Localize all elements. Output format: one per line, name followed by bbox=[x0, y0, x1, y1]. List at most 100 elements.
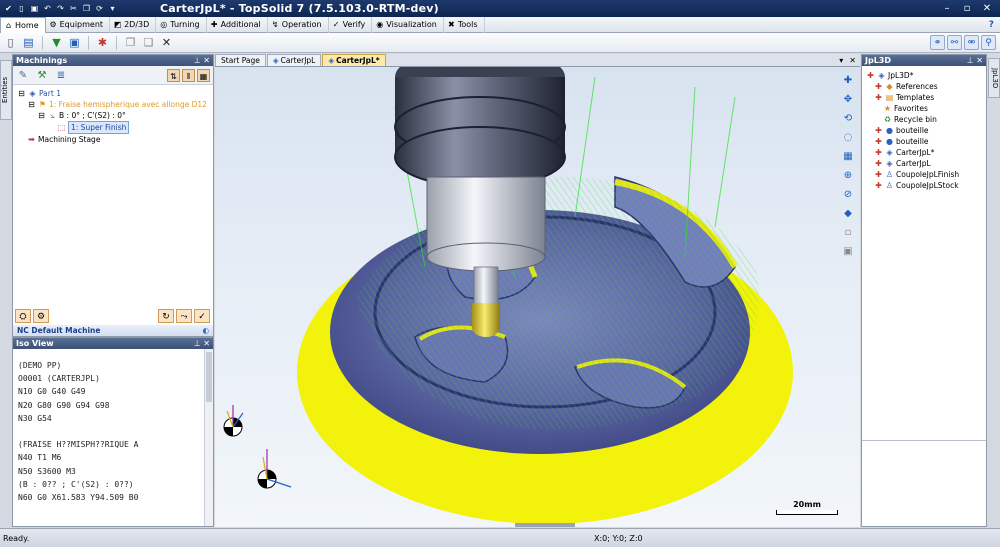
machinings-panel: Machinings ⊥ ✕ ✎ ⚒ ≣ ⇅ ⦀ ▦ ⊟ ◈ Part 1 ⊟ … bbox=[12, 54, 214, 354]
view-toolbar: ✚ ✥ ⟲ ◌ ▦ ⊕ ⊘ ◆ ▫ ▣ bbox=[842, 75, 854, 258]
machine-icon[interactable]: ⛭ bbox=[15, 309, 31, 323]
delete-icon[interactable]: ✕ bbox=[159, 35, 174, 50]
cube-view-icon[interactable]: ◆ bbox=[842, 208, 854, 220]
tab-2d3d[interactable]: ◩ 2D/3D bbox=[110, 16, 157, 33]
close-document-icon[interactable]: ✕ bbox=[849, 56, 856, 65]
collapse-icon[interactable]: ⊟ bbox=[27, 99, 36, 110]
tab-verify[interactable]: ✓ Verify bbox=[329, 16, 373, 33]
copy-icon[interactable]: ❏ bbox=[141, 35, 156, 50]
tree-item-carterjpl-modified[interactable]: ✚ ◈ CarterJpL* bbox=[866, 147, 986, 158]
dropdown-icon[interactable]: ▾ bbox=[107, 3, 118, 14]
scrollbar-thumb[interactable] bbox=[206, 352, 212, 402]
columns-icon[interactable]: ⦀ bbox=[182, 68, 195, 82]
code-line: N60 G0 X61.583 Y94.509 B0 bbox=[18, 493, 139, 503]
redo-icon[interactable]: ↷ bbox=[55, 3, 66, 14]
tab-home[interactable]: ⌂ Home bbox=[0, 16, 46, 33]
pin-icon[interactable]: ⊥ ✕ bbox=[967, 56, 986, 65]
view-camera-icon[interactable]: ▦ bbox=[842, 151, 854, 163]
tab-turning[interactable]: ◎ Turning bbox=[156, 16, 207, 33]
view-move-icon[interactable]: ✥ bbox=[842, 94, 854, 106]
view-plus-icon[interactable]: ✚ bbox=[842, 75, 854, 87]
scale-bar-line bbox=[776, 510, 838, 515]
open-document-icon[interactable]: ▤ bbox=[21, 35, 36, 50]
tree-item-recycle-bin[interactable]: ♻ Recycle bin bbox=[866, 114, 986, 125]
tab-tools[interactable]: ✖ Tools bbox=[444, 16, 485, 33]
pin-icon[interactable]: ⊥ ✕ bbox=[194, 339, 213, 348]
close-icon[interactable]: ✕ bbox=[980, 3, 994, 14]
paste-icon[interactable]: ❐ bbox=[123, 35, 138, 50]
tab-list-icon[interactable]: ▾ bbox=[839, 56, 843, 65]
puzzle-icon[interactable]: ✱ bbox=[95, 35, 110, 50]
tree-item-bouteille[interactable]: ✚ ● bouteille bbox=[866, 125, 986, 136]
additional-icon: ✚ bbox=[210, 20, 218, 29]
wrench-icon[interactable]: ✎ bbox=[16, 70, 30, 81]
sort-icon[interactable]: ⇅ bbox=[167, 68, 180, 82]
tab-additional[interactable]: ✚ Additional bbox=[207, 16, 268, 33]
magnet-icon[interactable]: ⚲ bbox=[981, 35, 996, 50]
minimize-icon[interactable]: – bbox=[940, 3, 954, 14]
zoom-in-icon[interactable]: ⊕ bbox=[842, 170, 854, 182]
tool-icon[interactable]: ⚒ bbox=[35, 70, 49, 81]
tree-item-machining-stage[interactable]: ➡ Machining Stage bbox=[17, 134, 213, 145]
maximize-icon[interactable]: ▫ bbox=[960, 3, 974, 14]
axis-triad-lower bbox=[257, 449, 292, 489]
undo-icon[interactable]: ↶ bbox=[42, 3, 53, 14]
check-icon[interactable]: ✓ bbox=[194, 309, 210, 323]
entities-side-tab[interactable]: Entities bbox=[0, 60, 12, 120]
save-icon[interactable]: ▣ bbox=[29, 3, 40, 14]
nc-default-machine[interactable]: NC Default Machine ◐ bbox=[13, 325, 213, 336]
tree-item-orientation[interactable]: ⊟ ⦣ B : 0° ; C'(S2) : 0° bbox=[17, 110, 213, 121]
tree-item-part[interactable]: ⊟ ◈ Part 1 bbox=[17, 88, 213, 99]
code-line: (DEMO PP) bbox=[18, 361, 62, 370]
new-document-icon[interactable]: ▯ bbox=[3, 35, 18, 50]
toolpath-icon[interactable]: ⤳ bbox=[176, 309, 192, 323]
jpl3d-side-tab[interactable]: JpL3D bbox=[988, 58, 1000, 98]
export-icon[interactable]: ▣ bbox=[67, 35, 82, 50]
collapse-icon[interactable]: ⊟ bbox=[37, 110, 46, 121]
viewport-splitter[interactable] bbox=[515, 523, 575, 527]
view-orbit-icon[interactable]: ◌ bbox=[842, 132, 854, 144]
vertical-scrollbar[interactable] bbox=[204, 349, 213, 526]
tab-operation[interactable]: ↯ Operation bbox=[268, 16, 329, 33]
zoom-fit-icon[interactable]: ⊘ bbox=[842, 189, 854, 201]
tree-item-operation[interactable]: ⊟ ⚑ 1: Fraise hemispherique avec allonge… bbox=[17, 99, 213, 110]
simulate-icon[interactable]: ↻ bbox=[158, 309, 174, 323]
pin-icon[interactable]: ⊥ ✕ bbox=[194, 56, 213, 65]
tree-item-references[interactable]: ✚ ◆ References bbox=[866, 81, 986, 92]
3d-viewport[interactable]: ✚ ✥ ⟲ ◌ ▦ ⊕ ⊘ ◆ ▫ ▣ 20mm bbox=[215, 67, 860, 527]
tab-start-page[interactable]: Start Page bbox=[215, 54, 266, 66]
copy-icon[interactable]: ❐ bbox=[81, 3, 92, 14]
tree-item-favorites[interactable]: ★ Favorites bbox=[866, 103, 986, 114]
tree-item-coupole-finish[interactable]: ✚ ♙ CoupoleJpLFinish bbox=[866, 169, 986, 180]
machinings-tree: ⊟ ◈ Part 1 ⊟ ⚑ 1: Fraise hemispherique a… bbox=[13, 85, 213, 145]
tab-visualization[interactable]: ◉ Visualization bbox=[372, 16, 444, 33]
link-alt-icon[interactable]: ⚮ bbox=[964, 35, 979, 50]
tab-carterjpl[interactable]: ◈ CarterJpL bbox=[266, 54, 322, 66]
view-options-icon[interactable]: ▫ bbox=[842, 227, 854, 239]
expand-icon: ✚ bbox=[875, 82, 882, 91]
import-icon[interactable]: ▼ bbox=[49, 35, 64, 50]
new-icon[interactable]: ▯ bbox=[16, 3, 27, 14]
tab-equipment[interactable]: ⚙ Equipment bbox=[46, 16, 111, 33]
tree-item-super-finish[interactable]: ⬚ 1: Super Finish bbox=[17, 121, 213, 134]
nc-code-listing[interactable]: (DEMO PP) O0001 (CARTERJPL) N10 G0 G40 G49… bbox=[13, 349, 213, 504]
app-menu-icon[interactable]: ✔ bbox=[3, 3, 14, 14]
tree-item-carterjpl[interactable]: ✚ ◈ CarterJpL bbox=[866, 158, 986, 169]
link-icon[interactable]: ⚭ bbox=[930, 35, 945, 50]
help-icon[interactable]: ? bbox=[989, 20, 1000, 30]
grid-icon[interactable]: ▦ bbox=[197, 68, 210, 82]
tree-item-coupole-stock[interactable]: ✚ ♙ CoupoleJpLStock bbox=[866, 180, 986, 191]
chain-icon[interactable]: ⚯ bbox=[947, 35, 962, 50]
tree-item-bouteille[interactable]: ✚ ● bouteille bbox=[866, 136, 986, 147]
machine-settings-icon[interactable]: ⚙ bbox=[33, 309, 49, 323]
view-rotate-icon[interactable]: ⟲ bbox=[842, 113, 854, 125]
refresh-icon[interactable]: ⟳ bbox=[94, 3, 105, 14]
cut-icon[interactable]: ✂ bbox=[68, 3, 79, 14]
view-display-icon[interactable]: ▣ bbox=[842, 246, 854, 258]
stage-icon: ➡ bbox=[28, 135, 35, 144]
tree-item-project[interactable]: ✚ ◈ JpL3D* bbox=[866, 70, 986, 81]
tree-item-templates[interactable]: ✚ ▤ Templates bbox=[866, 92, 986, 103]
list-icon[interactable]: ≣ bbox=[54, 70, 68, 81]
collapse-icon[interactable]: ⊟ bbox=[17, 88, 26, 99]
tab-carterjpl-modified[interactable]: ◈ CarterJpL* bbox=[322, 54, 386, 66]
